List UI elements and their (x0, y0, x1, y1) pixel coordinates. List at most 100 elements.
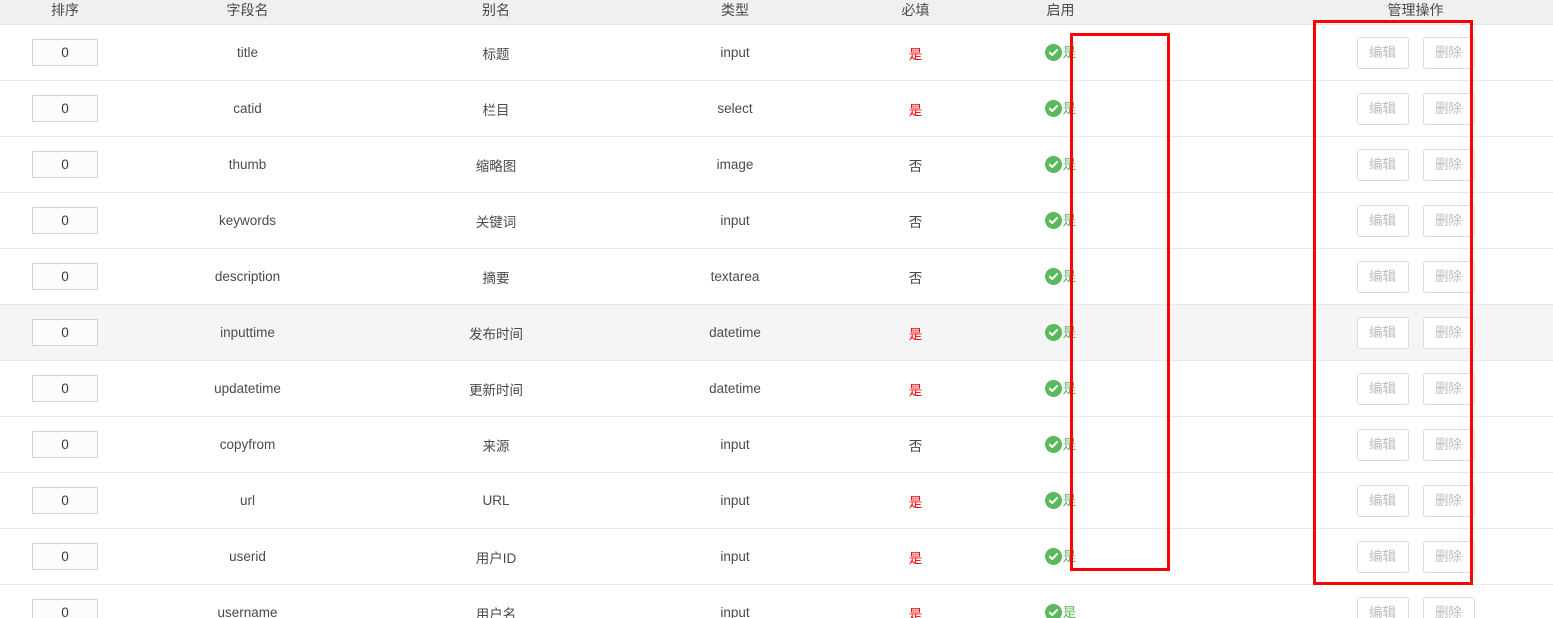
delete-button[interactable]: 删除 (1422, 484, 1475, 517)
edit-button[interactable]: 编辑 (1356, 204, 1409, 237)
enable-label: 是 (1062, 436, 1077, 452)
enable-status[interactable]: 是 (1044, 548, 1076, 565)
enable-status[interactable]: 是 (1044, 604, 1076, 618)
sort-order-input[interactable] (32, 207, 98, 234)
delete-button[interactable]: 删除 (1422, 260, 1475, 293)
edit-button[interactable]: 编辑 (1356, 372, 1409, 405)
enable-status[interactable]: 是 (1044, 380, 1077, 397)
edit-button[interactable]: 编辑 (1356, 36, 1409, 69)
delete-button[interactable]: 删除 (1422, 428, 1475, 461)
table-row[interactable]: catid栏目select 是 是 编辑删除 (0, 80, 1553, 137)
cell-alias: 栏目 (365, 80, 627, 137)
delete-button[interactable]: 删除 (1422, 316, 1475, 349)
cell-operations: 编辑 删除 (1278, 24, 1553, 81)
required-value: 否 (908, 158, 923, 174)
cell-operations: 编辑 删除 (1278, 248, 1553, 305)
cell-enable[interactable]: 是 (988, 584, 1133, 618)
cell-enable[interactable]: 是 (988, 528, 1133, 585)
delete-button[interactable]: 删除 (1422, 148, 1475, 181)
cell-spacer (1133, 416, 1278, 473)
field-list-table: 排序 字段名 别名 类型 必填 启用 管理操作 title标题input是是编辑… (0, 0, 1553, 618)
sort-order-input[interactable] (32, 375, 98, 402)
enable-status[interactable]: 是 (1044, 492, 1077, 509)
table-row[interactable]: thumb缩略图image 否 是 编辑删除 (0, 136, 1553, 193)
sort-order-input[interactable] (32, 263, 98, 290)
cell-enable[interactable]: 是 (988, 416, 1133, 473)
enable-status[interactable]: 是 (1044, 212, 1076, 229)
sort-order-input[interactable] (32, 543, 98, 570)
table-row[interactable]: title标题input 是 是 编辑删除 (0, 24, 1553, 81)
cell-required: 是 (843, 360, 988, 417)
cell-enable[interactable]: 是 (988, 80, 1133, 137)
cell-type: datetime (627, 304, 843, 361)
edit-button[interactable]: 编辑 (1356, 148, 1409, 181)
sort-order-input[interactable] (32, 431, 98, 458)
table-row[interactable]: updatetime更新时间datetime 是 是 编辑删除 (0, 360, 1553, 417)
table-row[interactable]: userid用户IDinput 是 是 编辑删除 (0, 528, 1553, 585)
edit-button[interactable]: 编辑 (1356, 316, 1409, 349)
cell-required: 否 (843, 416, 988, 473)
check-circle-icon (1044, 604, 1062, 618)
operation-buttons: 编辑 删除 (1278, 260, 1553, 293)
cell-field-name: inputtime (130, 304, 365, 361)
operation-buttons: 编辑 删除 (1278, 372, 1553, 405)
table-header-row: 排序 字段名 别名 类型 必填 启用 管理操作 (0, 0, 1553, 25)
cell-enable[interactable]: 是 (988, 360, 1133, 417)
enable-status[interactable]: 是 (1044, 156, 1076, 173)
cell-alias: 发布时间 (365, 304, 627, 361)
cell-alias: 用户名 (365, 584, 627, 618)
edit-button[interactable]: 编辑 (1356, 484, 1409, 517)
cell-enable[interactable]: 是 (988, 192, 1133, 249)
table-row[interactable]: copyfrom来源input 否 是 编辑删除 (0, 416, 1553, 473)
delete-button[interactable]: 删除 (1422, 372, 1475, 405)
sort-order-input[interactable] (32, 319, 98, 346)
enable-label: 是 (1062, 492, 1077, 508)
delete-button[interactable]: 删除 (1422, 92, 1475, 125)
table-row[interactable]: username用户名input 是 是 编辑删除 (0, 584, 1553, 618)
cell-enable[interactable]: 是 (988, 24, 1133, 81)
cell-type: input (627, 416, 843, 473)
edit-button[interactable]: 编辑 (1356, 92, 1409, 125)
check-circle-icon (1044, 380, 1062, 397)
cell-enable[interactable]: 是 (988, 472, 1133, 529)
check-circle-icon (1044, 324, 1062, 341)
delete-button[interactable]: 删除 (1422, 540, 1475, 573)
cell-spacer (1133, 528, 1278, 585)
cell-sort (0, 472, 130, 529)
enable-status[interactable]: 是 (1044, 324, 1077, 341)
cell-alias: 关键词 (365, 192, 627, 249)
table-row[interactable]: keywords关键词input 否 是 编辑删除 (0, 192, 1553, 249)
cell-spacer (1133, 24, 1278, 81)
enable-label: 是 (1062, 324, 1077, 340)
delete-button[interactable]: 删除 (1422, 36, 1475, 69)
sort-order-input[interactable] (32, 95, 98, 122)
enable-label: 是 (1062, 380, 1077, 396)
sort-order-input[interactable] (32, 599, 98, 618)
cell-type: input (627, 472, 843, 529)
cell-enable[interactable]: 是 (988, 248, 1133, 305)
operation-buttons: 编辑 删除 (1278, 36, 1553, 69)
enable-status[interactable]: 是 (1044, 436, 1077, 453)
cell-sort (0, 80, 130, 137)
table-row[interactable]: inputtime发布时间datetime 是 是 编辑删除 (0, 304, 1553, 361)
sort-order-input[interactable] (32, 39, 98, 66)
delete-button[interactable]: 删除 (1422, 596, 1475, 618)
cell-spacer (1133, 360, 1278, 417)
sort-order-input[interactable] (32, 487, 98, 514)
cell-enable[interactable]: 是 (988, 136, 1133, 193)
cell-enable[interactable]: 是 (988, 304, 1133, 361)
delete-button[interactable]: 删除 (1422, 204, 1475, 237)
enable-status[interactable]: 是 (1044, 100, 1076, 117)
table-row[interactable]: urlURLinput 是 是 编辑删除 (0, 472, 1553, 529)
cell-sort (0, 192, 130, 249)
enable-status[interactable]: 是 (1044, 44, 1076, 61)
cell-field-name: updatetime (130, 360, 365, 417)
enable-status[interactable]: 是 (1044, 268, 1076, 285)
edit-button[interactable]: 编辑 (1356, 540, 1409, 573)
table-row[interactable]: description摘要textarea 否 是 编辑删除 (0, 248, 1553, 305)
edit-button[interactable]: 编辑 (1356, 260, 1409, 293)
sort-order-input[interactable] (32, 151, 98, 178)
edit-button[interactable]: 编辑 (1356, 428, 1409, 461)
edit-button[interactable]: 编辑 (1356, 596, 1409, 618)
cell-spacer (1133, 304, 1278, 361)
